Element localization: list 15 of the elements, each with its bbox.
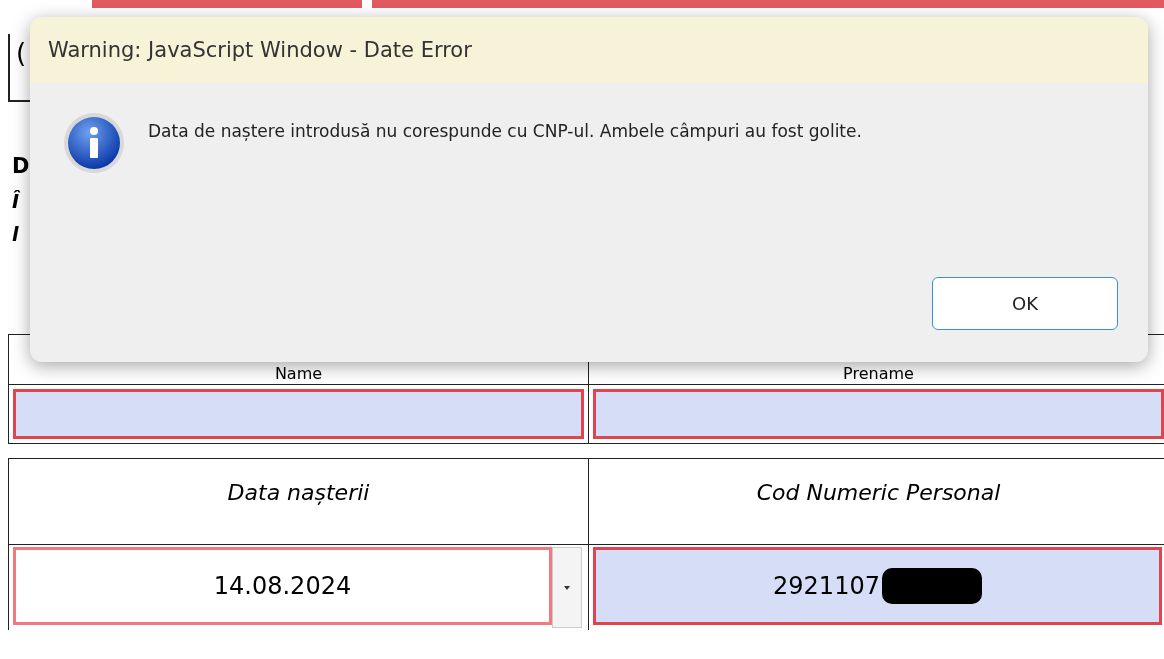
paren-text: ( xyxy=(16,38,27,68)
paragraph-text: Î xyxy=(12,190,21,214)
ok-button[interactable]: OK xyxy=(932,277,1118,330)
input-field[interactable]: 14.08.2024 xyxy=(13,547,552,625)
input-field[interactable] xyxy=(593,389,1164,439)
dialog-title: Warning: JavaScript Window - Date Error xyxy=(30,17,1148,83)
column-header: Data nașterii xyxy=(9,459,589,545)
column-header: Cod Numeric Personal xyxy=(589,459,1164,545)
input-field[interactable] xyxy=(13,389,584,439)
info-icon xyxy=(62,111,126,175)
caret-icon xyxy=(564,585,570,590)
heading-text: D xyxy=(12,154,31,180)
dialog-message: Data de naștere introdusă nu corespunde cu CNP-ul. Ambele câmpuri au fost golite. xyxy=(148,121,862,141)
paragraph-text: l xyxy=(12,223,20,247)
input-field[interactable]: 2921107 xyxy=(593,547,1162,625)
